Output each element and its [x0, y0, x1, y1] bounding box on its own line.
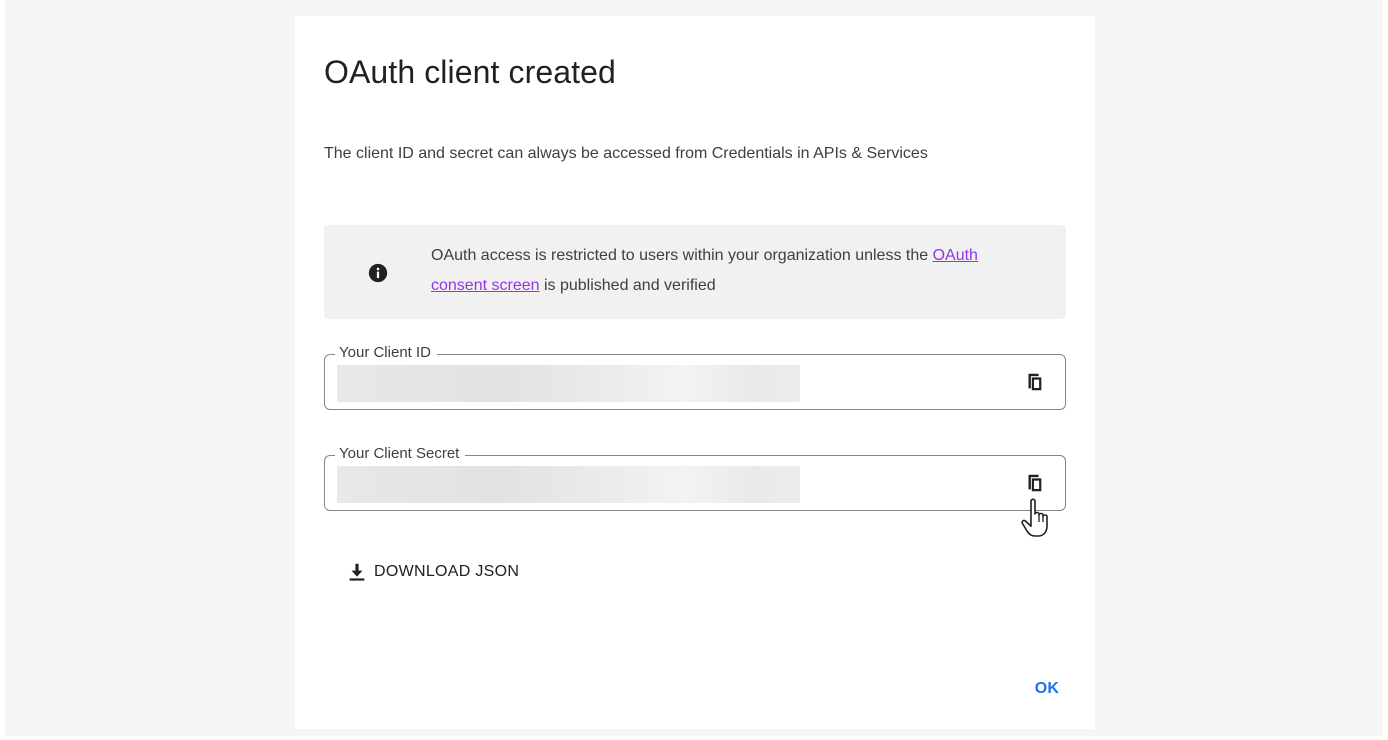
download-json-button[interactable]: DOWNLOAD JSON	[346, 557, 519, 587]
client-id-label: Your Client ID	[335, 343, 437, 363]
dialog-description: The client ID and secret can always be a…	[324, 145, 928, 162]
download-json-label: DOWNLOAD JSON	[374, 563, 520, 580]
info-text: OAuth access is restricted to users with…	[431, 241, 1031, 301]
copy-client-id-button[interactable]	[1021, 369, 1047, 395]
info-text-before: OAuth access is restricted to users with…	[431, 247, 933, 264]
download-icon	[349, 563, 365, 581]
oauth-client-dialog: OAuth client created The client ID and s…	[295, 16, 1095, 729]
info-text-after: is published and verified	[539, 277, 716, 294]
client-secret-field: Your Client Secret	[324, 444, 1066, 511]
client-id-input[interactable]	[337, 365, 800, 402]
info-icon	[368, 263, 388, 283]
client-secret-label: Your Client Secret	[335, 444, 466, 464]
copy-client-secret-button[interactable]	[1021, 470, 1047, 496]
hand-pointer-cursor-icon	[1021, 498, 1048, 537]
copy-icon	[1028, 373, 1042, 391]
dialog-title: OAuth client created	[324, 54, 616, 90]
client-id-field: Your Client ID	[324, 343, 1066, 410]
client-secret-input[interactable]	[337, 466, 800, 503]
info-banner: OAuth access is restricted to users with…	[324, 225, 1066, 319]
copy-icon	[1028, 474, 1042, 492]
ok-button[interactable]: OK	[1022, 675, 1072, 703]
